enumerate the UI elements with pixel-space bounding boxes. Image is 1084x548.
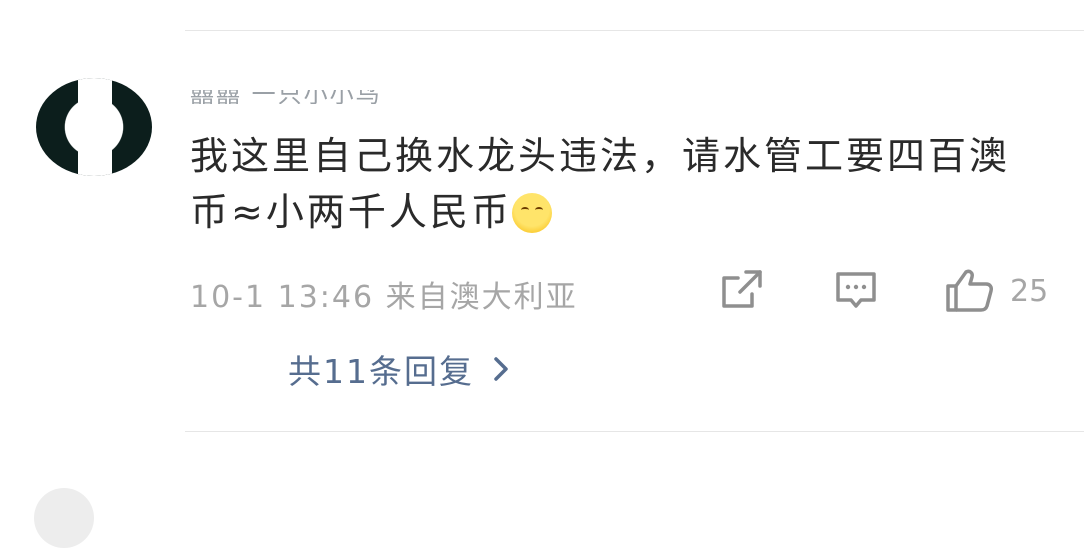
share-button[interactable] (720, 268, 764, 312)
avatar[interactable] (36, 78, 152, 176)
bottom-divider (185, 431, 1084, 432)
top-divider (185, 30, 1084, 31)
hugging-face-emoji-icon (511, 193, 552, 233)
replies-label: 共11条回复 (288, 352, 474, 391)
like-button[interactable]: 25 (944, 268, 1048, 314)
comment-meta: 10-1 13:46 来自澳大利亚 (190, 272, 578, 316)
comment-button[interactable] (834, 268, 878, 312)
share-icon (722, 270, 762, 308)
like-count: 25 (1010, 273, 1049, 309)
chevron-right-icon (494, 357, 508, 381)
timestamp: 10-1 13:46 (190, 280, 375, 315)
comment-icon (836, 272, 876, 308)
view-replies-link[interactable]: 共11条回复 (288, 345, 510, 393)
next-comment-avatar[interactable] (34, 488, 94, 548)
thumbs-up-icon (946, 269, 993, 312)
comment-text: 我这里自己换水龙头违法，请水管工要四百澳币≈小两千人民币 (190, 134, 1011, 234)
comment-text-block: 我这里自己换水龙头违法，请水管工要四百澳币≈小两千人民币 (190, 128, 1050, 240)
username[interactable]: 囍囍 一只小小鸟 (190, 90, 382, 104)
location: 来自澳大利亚 (385, 280, 578, 315)
